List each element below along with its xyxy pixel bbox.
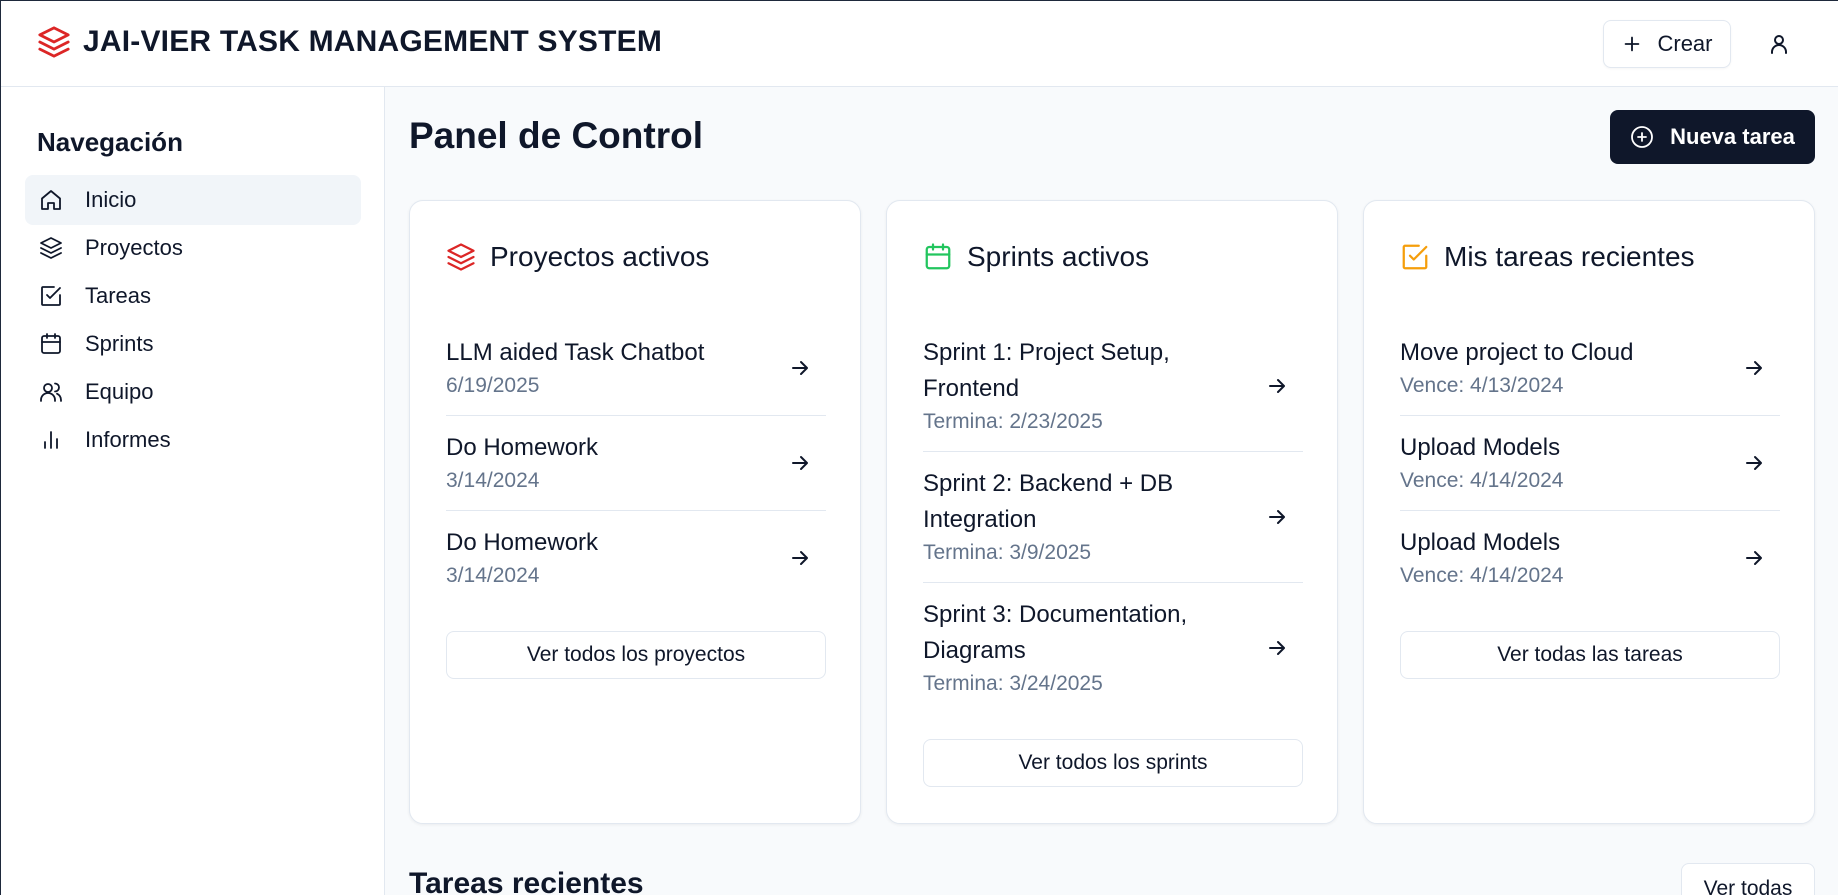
new-task-label: Nueva tarea — [1670, 124, 1795, 149]
sidebar-item-label: Equipo — [85, 379, 154, 404]
page-title: Panel de Control — [409, 115, 703, 156]
check-square-icon — [1402, 244, 1428, 270]
arrow-right-icon[interactable] — [788, 356, 812, 380]
sidebar-nav: Inicio Proyectos Tareas Sprints Equipo I… — [25, 175, 361, 463]
card-header: Proyectos activos — [446, 241, 709, 273]
card-header: Sprints activos — [923, 241, 1149, 273]
item-title: Do Homework — [446, 529, 599, 556]
item-title: Sprint 3: Documentation, Diagrams — [923, 601, 1188, 664]
card-title: Mis tareas recientes — [1444, 241, 1695, 272]
list-item[interactable]: Upload Models Vence: 4/14/2024 — [1400, 511, 1780, 605]
view-all-sprints-button[interactable]: Ver todos los sprints — [923, 739, 1303, 787]
sprints-list: Sprint 1: Project Setup, Frontend Termin… — [923, 321, 1303, 713]
plus-icon — [1625, 36, 1640, 52]
create-button-label: Crear — [1657, 31, 1713, 56]
item-title: Do Homework — [446, 434, 599, 461]
sidebar-item-equipo[interactable]: Equipo — [25, 367, 361, 417]
arrow-right-icon[interactable] — [1742, 356, 1766, 380]
recent-tasks-card: Mis tareas recientes Move project to Clo… — [1363, 200, 1815, 824]
view-all-tasks-button[interactable]: Ver todas las tareas — [1400, 631, 1780, 679]
main-content: Panel de Control Nueva tarea Proyectos a… — [385, 87, 1838, 895]
arrow-right-icon[interactable] — [1742, 451, 1766, 475]
item-title: Upload Models — [1400, 529, 1561, 556]
sidebar-item-informes[interactable]: Informes — [25, 415, 361, 465]
user-icon — [1771, 35, 1787, 54]
list-item[interactable]: Sprint 1: Project Setup, Frontend Termin… — [923, 321, 1303, 452]
list-item[interactable]: Do Homework 3/14/2024 — [446, 416, 826, 511]
card-title: Sprints activos — [967, 241, 1150, 272]
sidebar-item-label: Sprints — [85, 331, 154, 356]
layers-icon — [40, 237, 62, 259]
calendar-icon — [41, 333, 61, 354]
recent-tasks-heading: Tareas recientes — [409, 867, 644, 895]
item-due-date: Vence: 4/13/2024 — [1400, 374, 1564, 397]
item-date: 3/14/2024 — [446, 469, 540, 492]
home-icon — [41, 190, 61, 210]
list-item[interactable]: Sprint 3: Documentation, Diagrams Termin… — [923, 583, 1303, 713]
arrow-right-icon[interactable] — [1742, 546, 1766, 570]
list-item[interactable]: Move project to Cloud Vence: 4/13/2024 — [1400, 321, 1780, 416]
sidebar-item-inicio[interactable]: Inicio — [25, 175, 361, 225]
view-all-recent-button[interactable]: Ver todas — [1681, 863, 1815, 895]
card-title: Proyectos activos — [490, 241, 710, 272]
plus-circle-icon — [1631, 126, 1654, 148]
item-date: Termina: 3/24/2025 — [923, 672, 1103, 695]
item-date: Termina: 3/9/2025 — [923, 541, 1092, 564]
top-header: JAI-VIER TASK MANAGEMENT SYSTEM Crear — [1, 1, 1838, 87]
sidebar-title: Navegación — [37, 127, 183, 157]
bar-chart-icon — [44, 431, 58, 449]
calendar-icon — [925, 243, 951, 270]
item-due-date: Vence: 4/14/2024 — [1400, 469, 1564, 492]
new-task-button[interactable]: Nueva tarea — [1610, 110, 1815, 164]
sidebar-item-label: Proyectos — [85, 235, 183, 260]
user-menu-button[interactable] — [1763, 28, 1795, 60]
arrow-right-icon[interactable] — [1265, 636, 1289, 660]
list-item[interactable]: Do Homework 3/14/2024 — [446, 511, 826, 605]
list-item[interactable]: LLM aided Task Chatbot 6/19/2025 — [446, 321, 826, 416]
item-title: Sprint 1: Project Setup, Frontend — [923, 339, 1170, 402]
item-title: Sprint 2: Backend + DB Integration — [923, 470, 1174, 533]
item-date: 3/14/2024 — [446, 564, 540, 587]
sidebar-item-label: Tareas — [85, 283, 152, 308]
check-square-icon — [41, 286, 61, 306]
item-title: Upload Models — [1400, 434, 1561, 461]
arrow-right-icon[interactable] — [788, 546, 812, 570]
sidebar-item-proyectos[interactable]: Proyectos — [25, 223, 361, 273]
layers-logo-icon — [38, 26, 70, 58]
arrow-right-icon[interactable] — [1265, 374, 1289, 398]
item-date: Termina: 2/23/2025 — [923, 410, 1103, 433]
arrow-right-icon[interactable] — [788, 451, 812, 475]
card-header: Mis tareas recientes — [1400, 241, 1695, 273]
brand[interactable]: JAI-VIER TASK MANAGEMENT SYSTEM — [37, 25, 662, 59]
active-sprints-card: Sprints activos Sprint 1: Project Setup,… — [886, 200, 1338, 824]
users-icon — [40, 382, 62, 402]
layers-icon — [447, 243, 475, 271]
sidebar: Navegación Inicio Proyectos Tareas Sprin… — [1, 87, 385, 895]
item-date: 6/19/2025 — [446, 374, 540, 397]
arrow-right-icon[interactable] — [1265, 505, 1289, 529]
create-button[interactable]: Crear — [1603, 20, 1731, 68]
item-title: Move project to Cloud — [1400, 339, 1634, 366]
app-title: JAI-VIER TASK MANAGEMENT SYSTEM — [83, 25, 663, 58]
tasks-list: Move project to Cloud Vence: 4/13/2024 U… — [1400, 321, 1780, 605]
item-title: LLM aided Task Chatbot — [446, 339, 705, 366]
sidebar-item-tareas[interactable]: Tareas — [25, 271, 361, 321]
list-item[interactable]: Upload Models Vence: 4/14/2024 — [1400, 416, 1780, 511]
view-all-projects-button[interactable]: Ver todos los proyectos — [446, 631, 826, 679]
item-due-date: Vence: 4/14/2024 — [1400, 564, 1564, 587]
list-item[interactable]: Sprint 2: Backend + DB Integration Termi… — [923, 452, 1303, 583]
sidebar-item-label: Informes — [85, 427, 171, 452]
sidebar-item-sprints[interactable]: Sprints — [25, 319, 361, 369]
projects-list: LLM aided Task Chatbot 6/19/2025 Do Home… — [446, 321, 826, 605]
active-projects-card: Proyectos activos LLM aided Task Chatbot… — [409, 200, 861, 824]
sidebar-item-label: Inicio — [85, 187, 137, 212]
